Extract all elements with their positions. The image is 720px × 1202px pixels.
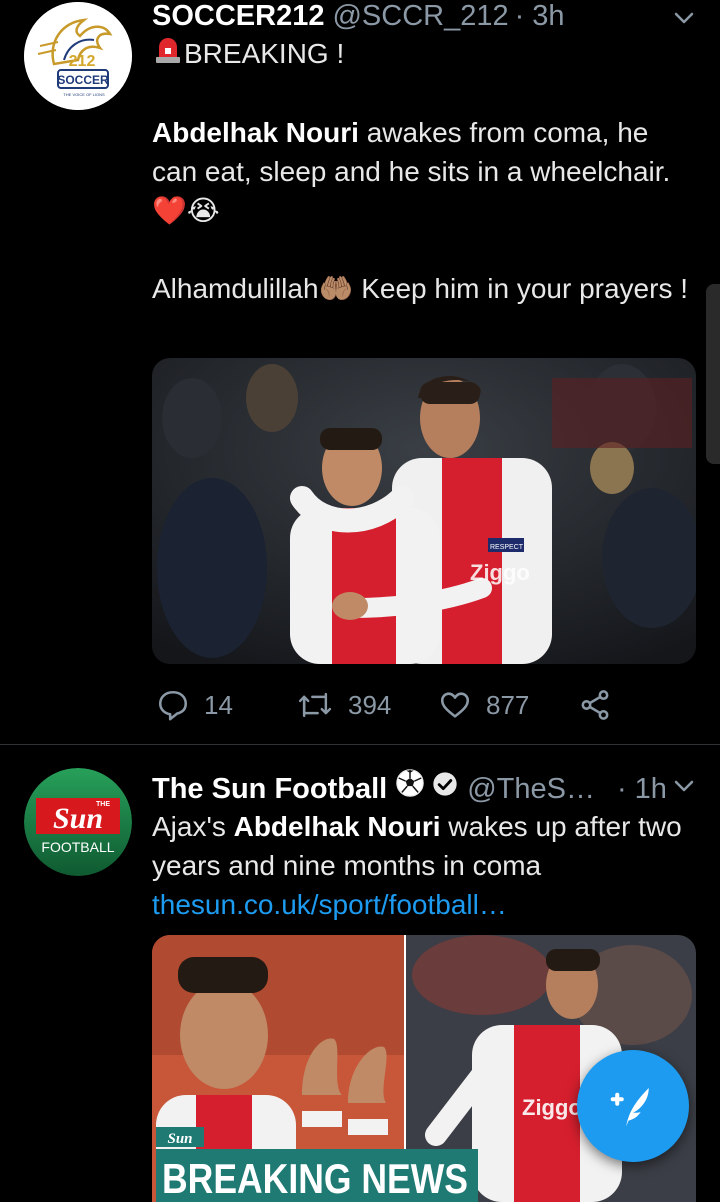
avatar-logo-number: 212 [69,53,96,70]
sleeve-badge: RESPECT [490,544,524,551]
jersey-sponsor: Ziggo [470,560,530,585]
siren-icon [156,38,180,63]
avatar[interactable]: THE Sun FOOTBALL [24,768,132,876]
avatar-sub: FOOTBALL [41,839,114,855]
mention-name: Abdelhak Nouri [152,117,359,148]
tweet-time[interactable]: · 3h [515,0,565,33]
body-emoji: ❤️😭 [152,195,220,226]
tweet-body: Abdelhak Nouri awakes from coma, he can … [152,113,692,230]
tweet-image[interactable]: Ziggo RESPECT [152,358,696,664]
compose-button[interactable] [577,1050,689,1162]
body-text-2a: Alhamdulillah [152,273,319,304]
mention-name: Abdelhak Nouri [233,811,441,842]
body-emoji-2: 🤲🏽 [318,273,354,304]
reply-count: 14 [204,689,233,720]
reply-button[interactable]: 14 [156,685,233,725]
like-count: 877 [486,689,530,720]
tweet-breaking-line: BREAKING ! [152,34,692,73]
author-handle[interactable]: @SCCR_212 [332,0,508,33]
author-handle[interactable]: @TheS… [467,773,595,806]
retweet-button[interactable]: 394 [296,685,391,725]
tweet-header: SOCCER212 @SCCR_212 · 3h [152,0,565,33]
like-button[interactable]: 877 [438,685,529,725]
tweet-time[interactable]: · 1h [617,773,667,806]
avatar[interactable]: 212 SOCCER THE VOICE OF LIONS [24,2,132,110]
banner-logo: Sun [167,1131,192,1147]
tweet-header: The Sun Football @TheS… · 1h [152,768,667,806]
banner-text: BREAKING NEWS [162,1155,468,1202]
avatar-logo-text: SOCCER [57,73,109,87]
scroll-handle[interactable] [706,284,720,464]
author-name[interactable]: SOCCER212 [152,0,324,33]
retweet-icon [298,692,332,718]
verified-icon [433,772,457,796]
tweet-body: Ajax's Abdelhak Nouri wakes up after two… [152,807,692,885]
chevron-down-icon[interactable] [672,774,696,798]
jersey-sponsor: Ziggo [522,1095,582,1120]
tweet-actions: 14 394 877 [152,685,622,725]
body-text-2b: Keep him in your prayers ! [353,273,689,304]
avatar-brand: Sun [53,802,103,835]
share-icon [581,690,609,720]
author-name[interactable]: The Sun Football [152,773,387,806]
chevron-down-icon[interactable] [672,6,696,30]
retweet-count: 394 [348,689,392,720]
reply-icon [158,690,188,721]
breaking-text: BREAKING ! [184,38,345,69]
tweet-link[interactable]: thesun.co.uk/sport/football… [152,885,692,924]
avatar-logo-tagline: THE VOICE OF LIONS [63,92,105,97]
compose-icon [610,1088,649,1127]
share-button[interactable] [578,685,612,725]
body-text: Ajax's [152,811,234,842]
like-icon [440,692,470,718]
tweet-body-2: Alhamdulillah🤲🏽 Keep him in your prayers… [152,269,692,308]
soccer-ball-icon [396,769,424,797]
